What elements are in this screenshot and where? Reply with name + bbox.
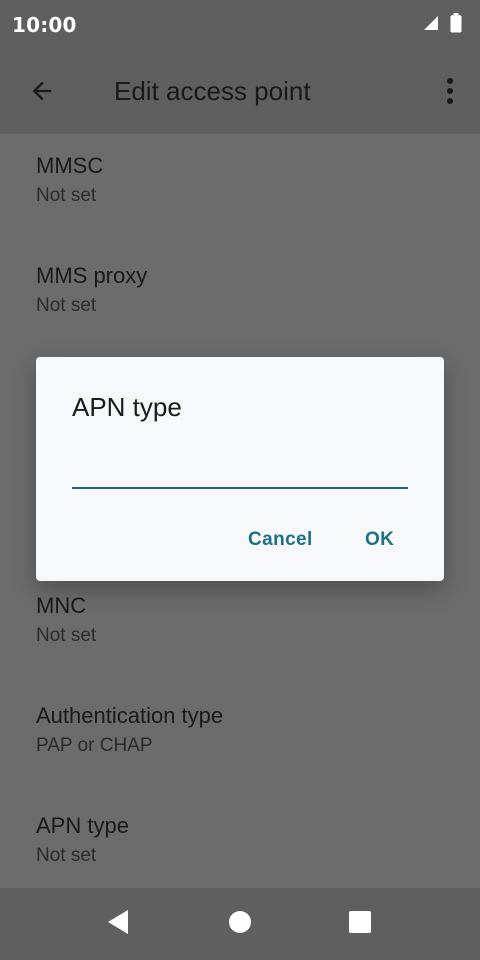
nav-back-button[interactable] — [94, 900, 142, 948]
list-item-apn-type[interactable]: APN type Not set — [36, 811, 456, 881]
app-bar: Edit access point — [0, 52, 480, 134]
cancel-button[interactable]: Cancel — [242, 523, 319, 557]
apn-type-dialog: APN type Cancel OK — [36, 357, 444, 581]
list-item-summary: PAP or CHAP — [36, 735, 153, 756]
list-item-title: APN type — [36, 813, 129, 838]
home-circle-icon — [228, 910, 252, 938]
list-item-mnc[interactable]: MNC Not set — [36, 591, 456, 661]
list-item-mms-proxy[interactable]: MMS proxy Not set — [36, 261, 456, 331]
signal-icon — [418, 14, 440, 36]
back-button[interactable] — [18, 69, 66, 117]
more-options-button[interactable] — [436, 69, 464, 117]
screen: 10:00 Edit access point MMSC Not set MMS… — [0, 0, 480, 960]
nav-home-button[interactable] — [216, 900, 264, 948]
list-item-summary: Not set — [36, 845, 97, 866]
more-vertical-icon — [446, 77, 454, 109]
list-item-summary: Not set — [36, 625, 97, 646]
dialog-title: APN type — [72, 392, 182, 422]
status-bar: 10:00 — [0, 0, 480, 52]
navigation-bar — [0, 888, 480, 960]
back-triangle-icon — [106, 909, 130, 939]
list-item-title: Authentication type — [36, 703, 224, 728]
arrow-back-icon — [28, 77, 56, 109]
ok-button[interactable]: OK — [359, 523, 400, 557]
status-time: 10:00 — [12, 13, 77, 37]
page-title: Edit access point — [114, 76, 311, 106]
list-item-summary: Not set — [36, 295, 97, 316]
apn-type-input[interactable] — [72, 447, 408, 489]
list-item-summary: Not set — [36, 185, 97, 206]
list-item-title: MMS proxy — [36, 263, 148, 288]
list-item-mmsc[interactable]: MMSC Not set — [36, 151, 456, 221]
list-item-title: MMSC — [36, 153, 104, 178]
list-item-title: MNC — [36, 593, 87, 618]
status-icons — [418, 12, 462, 38]
list-item-authentication-type[interactable]: Authentication type PAP or CHAP — [36, 701, 456, 771]
battery-icon — [450, 13, 462, 37]
nav-recents-button[interactable] — [336, 900, 384, 948]
recents-square-icon — [348, 910, 372, 938]
